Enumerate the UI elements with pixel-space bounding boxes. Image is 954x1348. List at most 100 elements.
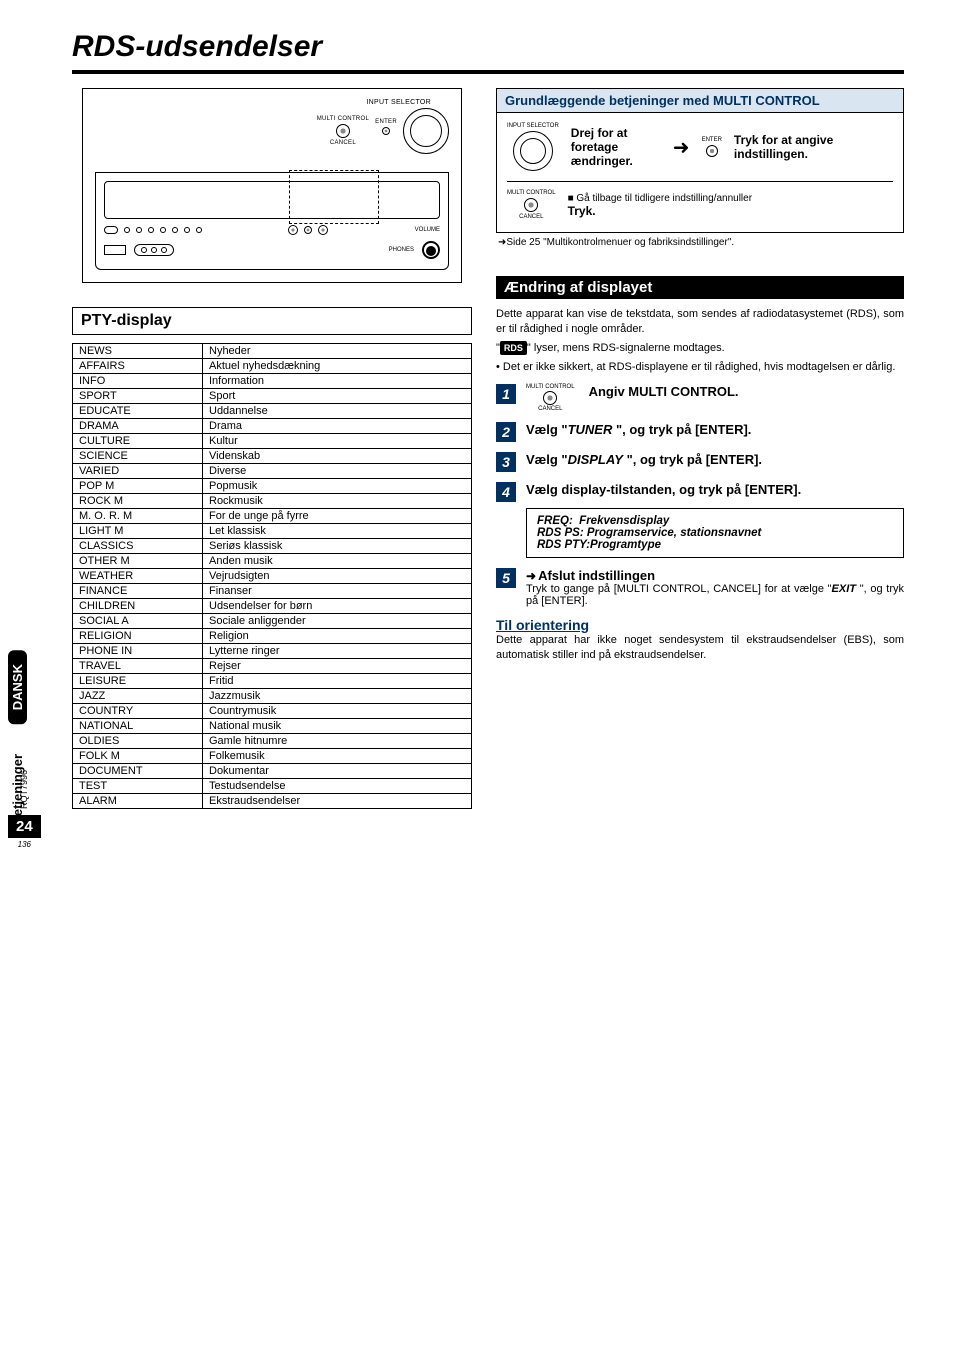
pty-description: Countrymusik [203, 704, 472, 719]
pty-description: Aktuel nyhedsdækning [203, 359, 472, 374]
table-row: SPORTSport [73, 389, 472, 404]
turn-instruction: Drej for at foretage ændringer. [571, 126, 661, 168]
pty-table: NEWSNyhederAFFAIRSAktuel nyhedsdækningIN… [72, 343, 472, 809]
table-row: SCIENCEVidenskab [73, 449, 472, 464]
table-row: SOCIAL ASociale anliggender [73, 614, 472, 629]
pty-code: WEATHER [73, 569, 203, 584]
pty-description: Drama [203, 419, 472, 434]
pty-description: Popmusik [203, 479, 472, 494]
table-row: NEWSNyheder [73, 344, 472, 359]
step-5-body: Tryk to gange på [MULTI CONTROL, CANCEL]… [526, 583, 904, 607]
pty-code: TEST [73, 779, 203, 794]
cancel-tiny-label: CANCEL [538, 406, 562, 412]
press-instruction: Tryk for at angive indstillingen. [734, 133, 893, 161]
page-number: 24 [8, 815, 41, 838]
front-panel: VOLUME PHONES [95, 172, 449, 270]
table-row: COUNTRYCountrymusik [73, 704, 472, 719]
step-1: 1 MULTI CONTROL CANCEL Angiv MULTI CONTR… [496, 384, 904, 412]
panel-knob-icon [304, 226, 312, 234]
display-strip [104, 181, 440, 219]
panel-dot-icon [148, 227, 154, 233]
orientation-heading: Til orientering [496, 617, 904, 633]
device-diagram: INPUT SELECTOR MULTI CONTROL CANCEL ENTE… [82, 88, 462, 283]
pty-code: NATIONAL [73, 719, 203, 734]
cancel-small-label: CANCEL [519, 214, 543, 220]
table-row: DRAMADrama [73, 419, 472, 434]
pty-description: Jazzmusik [203, 689, 472, 704]
table-row: ROCK MRockmusik [73, 494, 472, 509]
table-row: OLDIESGamle hitnumre [73, 734, 472, 749]
table-row: CULTUREKultur [73, 434, 472, 449]
table-row: FOLK MFolkemusik [73, 749, 472, 764]
step-1-text: Angiv MULTI CONTROL. [589, 384, 904, 399]
pty-code: OLDIES [73, 734, 203, 749]
pty-code: COUNTRY [73, 704, 203, 719]
volume-label: VOLUME [415, 227, 440, 233]
pty-description: Anden musik [203, 554, 472, 569]
pty-description: Lytterne ringer [203, 644, 472, 659]
orientation-body: Dette apparat har ikke noget sendesystem… [496, 633, 904, 663]
table-row: JAZZJazzmusik [73, 689, 472, 704]
reference-note: ➜Side 25 "Multikontrolmenuer og fabriksi… [498, 237, 904, 248]
enter-label: ENTER [375, 119, 397, 125]
table-row: RELIGIONReligion [73, 629, 472, 644]
pty-code: OTHER M [73, 554, 203, 569]
pty-code: LEISURE [73, 674, 203, 689]
table-row: CHILDRENUdsendelser for børn [73, 599, 472, 614]
input-selector-knob-icon [403, 108, 449, 154]
pty-description: Diverse [203, 464, 472, 479]
pty-code: POP M [73, 479, 203, 494]
table-row: EDUCATEUddannelse [73, 404, 472, 419]
pty-description: Sociale anliggender [203, 614, 472, 629]
pty-code: RELIGION [73, 629, 203, 644]
panel-rect-icon [104, 245, 126, 255]
table-row: M. O. R. MFor de unge på fyrre [73, 509, 472, 524]
table-row: NATIONALNational musik [73, 719, 472, 734]
table-row: ALARMEkstraudsendelser [73, 794, 472, 809]
table-row: AFFAIRSAktuel nyhedsdækning [73, 359, 472, 374]
pty-code: LIGHT M [73, 524, 203, 539]
pty-description: Let klassisk [203, 524, 472, 539]
document-id: RQT7996 [19, 770, 29, 809]
multi-control-small-label: MULTI CONTROL [507, 190, 556, 196]
pty-code: FINANCE [73, 584, 203, 599]
pty-description: Finanser [203, 584, 472, 599]
table-row: TRAVELRejser [73, 659, 472, 674]
pty-code: NEWS [73, 344, 203, 359]
rds-badge-icon: RDS [500, 341, 527, 355]
panel-dot-icon [196, 227, 202, 233]
step-3: 3 Vælg "DISPLAY ", og tryk på [ENTER]. [496, 452, 904, 472]
table-row: LIGHT MLet klassisk [73, 524, 472, 539]
table-row: WEATHERVejrudsigten [73, 569, 472, 584]
sub-page-number: 136 [8, 840, 41, 849]
step-number-icon: 2 [496, 422, 516, 442]
pty-description: Information [203, 374, 472, 389]
phones-jack-icon [422, 241, 440, 259]
table-row: OTHER MAnden musik [73, 554, 472, 569]
pty-code: AFFAIRS [73, 359, 203, 374]
pty-description: Seriøs klassisk [203, 539, 472, 554]
page-title: RDS-udsendelser [72, 30, 954, 64]
pty-description: Nyheder [203, 344, 472, 359]
step-number-icon: 1 [496, 384, 516, 404]
input-selector-knob-icon [513, 131, 553, 171]
panel-dot-icon [184, 227, 190, 233]
pty-code: SOCIAL A [73, 614, 203, 629]
input-selector-small-label: INPUT SELECTOR [507, 123, 559, 129]
change-display-heading: Ændring af displayet [496, 276, 904, 299]
language-tab: DANSK [8, 650, 27, 724]
pty-code: M. O. R. M [73, 509, 203, 524]
pty-code: CLASSICS [73, 539, 203, 554]
enter-small-label: ENTER [702, 137, 722, 143]
pty-code: EDUCATE [73, 404, 203, 419]
table-row: VARIEDDiverse [73, 464, 472, 479]
dashed-callout [289, 170, 379, 224]
pty-code: JAZZ [73, 689, 203, 704]
step-2: 2 Vælg "TUNER ", og tryk på [ENTER]. [496, 422, 904, 442]
pty-description: Rejser [203, 659, 472, 674]
pty-description: Religion [203, 629, 472, 644]
step-5: 5 ➜Afslut indstillingen Tryk to gange på… [496, 568, 904, 607]
table-row: INFOInformation [73, 374, 472, 389]
pty-code: INFO [73, 374, 203, 389]
intro-paragraph-1: Dette apparat kan vise de tekstdata, som… [496, 307, 904, 337]
